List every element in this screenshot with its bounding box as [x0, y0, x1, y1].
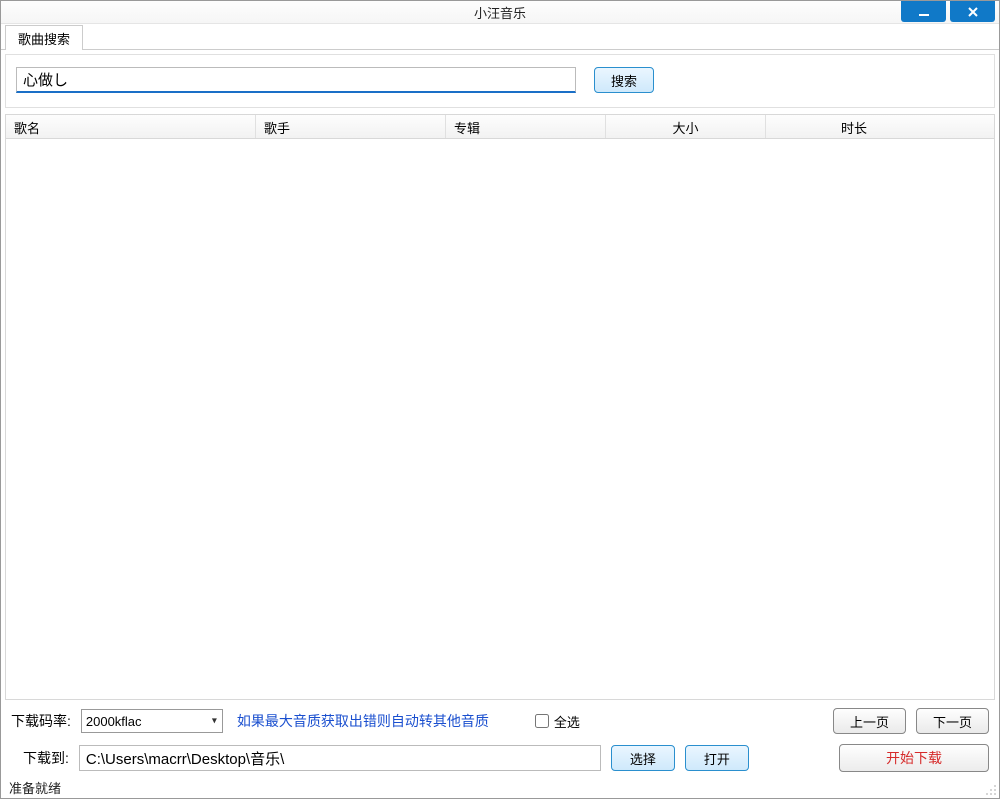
minimize-button[interactable] [901, 1, 946, 22]
next-page-button[interactable]: 下一页 [916, 708, 989, 734]
footer: 下载码率: 2000kflac ▾ 如果最大音质获取出错则自动转其他音质 全选 … [1, 700, 999, 776]
results-table: 歌名 歌手 专辑 大小 时长 [5, 114, 995, 700]
window-title: 小汪音乐 [474, 3, 526, 22]
download-to-label: 下载到: [23, 748, 69, 768]
tab-strip: 歌曲搜索 [1, 24, 999, 50]
search-input[interactable] [16, 67, 576, 93]
search-area: 搜索 [5, 54, 995, 108]
status-text: 准备就绪 [9, 778, 61, 797]
start-download-button[interactable]: 开始下载 [839, 744, 989, 772]
resize-grip[interactable] [983, 782, 997, 796]
bitrate-label: 下载码率: [11, 711, 71, 731]
bitrate-hint: 如果最大音质获取出错则自动转其他音质 [237, 711, 489, 731]
column-header-album[interactable]: 专辑 [446, 115, 606, 138]
window-controls [901, 2, 999, 22]
footer-row-bitrate: 下载码率: 2000kflac ▾ 如果最大音质获取出错则自动转其他音质 全选 … [11, 708, 989, 734]
select-all-checkbox[interactable] [535, 714, 549, 728]
search-button[interactable]: 搜索 [594, 67, 654, 93]
prev-page-button[interactable]: 上一页 [833, 708, 906, 734]
column-header-name[interactable]: 歌名 [6, 115, 256, 138]
open-folder-button[interactable]: 打开 [685, 745, 749, 771]
minimize-icon [918, 6, 930, 18]
download-path-input[interactable] [79, 745, 601, 771]
choose-folder-button[interactable]: 选择 [611, 745, 675, 771]
tab-song-search[interactable]: 歌曲搜索 [5, 25, 83, 50]
close-button[interactable] [950, 1, 995, 22]
column-header-size[interactable]: 大小 [606, 115, 766, 138]
app-window: 小汪音乐 歌曲搜索 搜索 歌名 歌手 专辑 大小 时长 [0, 0, 1000, 799]
select-all-wrap[interactable]: 全选 [535, 712, 580, 731]
results-body[interactable] [6, 139, 994, 699]
select-all-label: 全选 [554, 712, 580, 731]
statusbar: 准备就绪 [1, 776, 999, 798]
bitrate-select[interactable]: 2000kflac [81, 709, 223, 733]
footer-row-download: 下载到: 选择 打开 开始下载 [11, 744, 989, 772]
column-header-duration[interactable]: 时长 [766, 115, 994, 138]
close-icon [967, 6, 979, 18]
results-header: 歌名 歌手 专辑 大小 时长 [6, 115, 994, 139]
bitrate-select-wrap: 2000kflac ▾ [81, 709, 223, 733]
column-header-artist[interactable]: 歌手 [256, 115, 446, 138]
resize-grip-icon [983, 782, 997, 796]
titlebar: 小汪音乐 [1, 1, 999, 24]
